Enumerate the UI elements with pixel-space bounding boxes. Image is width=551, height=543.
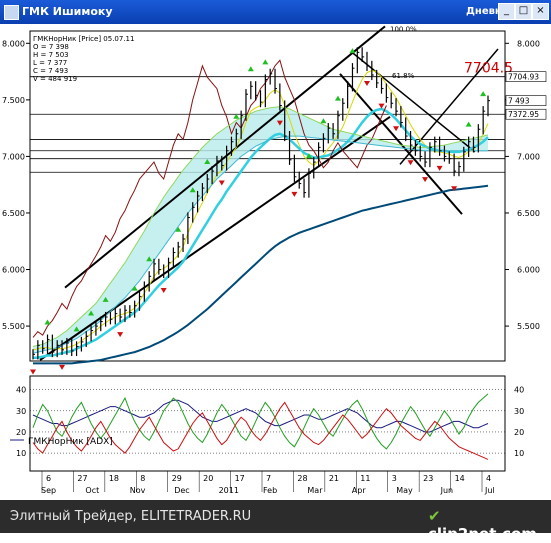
date-axis: 6 27 18 8 29 20 17 7 28 21 11 3 23 14 4 Sep Oct Nov Dec 201… <box>30 470 505 495</box>
month-label: Oct <box>85 486 99 495</box>
month-label: May <box>396 486 413 495</box>
footer-bar: Элитный Трейдер, ELITETRADER.RU ✔ clip2n… <box>0 500 551 543</box>
close-button[interactable]: × <box>532 3 549 20</box>
maximize-button[interactable]: □ <box>515 3 532 20</box>
month-label: Mar <box>307 486 323 495</box>
price-ytick-label-left: 6.500 <box>2 209 25 218</box>
month-label: Jul <box>484 486 495 495</box>
adx-ytick-label-left: 20 <box>16 428 26 437</box>
price-ytick-label-left: 7.000 <box>2 152 25 161</box>
price-ytick-label-left: 7.500 <box>2 96 25 105</box>
app-icon <box>4 5 19 20</box>
day-label: 18 <box>109 474 119 483</box>
window-titlebar: ГМК Ишимоку Дневной _ □ × <box>0 0 551 24</box>
adx-ytick-label-left: 40 <box>16 386 26 395</box>
sell-signal-icon <box>59 364 66 370</box>
day-label: 11 <box>360 474 370 483</box>
price-legend-line: ГМКНорНик [Price] 05.07.11 <box>33 35 134 43</box>
price-ytick-label-right: 8.000 <box>517 39 540 48</box>
price-legend-line: L = 7 377 <box>33 59 67 67</box>
price-tag-label: 7704.93 <box>508 73 539 82</box>
month-label: Nov <box>130 486 146 495</box>
day-label: 21 <box>329 474 339 483</box>
clip2net-logo: ✔ clip2net.com <box>428 507 551 543</box>
price-legend-line: O = 7 398 <box>33 43 69 51</box>
adx-ytick-label-right: 30 <box>514 407 524 416</box>
month-label: Dec <box>174 486 189 495</box>
day-label: 23 <box>423 474 433 483</box>
chart-canvas: 5.500 5.500 6.000 6.000 6.500 6.500 7.000 7.000… <box>2 25 547 495</box>
adx-ytick-label-right: 40 <box>514 386 524 395</box>
price-ytick-label-right: 6.000 <box>517 266 540 275</box>
day-label: 6 <box>46 474 51 483</box>
day-label: 3 <box>392 474 397 483</box>
day-label: 20 <box>203 474 213 483</box>
price-ytick-label-right: 5.500 <box>517 322 540 331</box>
day-label: 8 <box>140 474 145 483</box>
adx-ytick-label-right: 20 <box>514 428 524 437</box>
price-legend-line: C = 7 493 <box>33 67 68 75</box>
price-ytick-label-left: 8.000 <box>2 39 25 48</box>
price-tag-label: 7372.95 <box>508 110 539 119</box>
day-label: 4 <box>486 474 491 483</box>
day-label: 27 <box>77 474 87 483</box>
day-label: 28 <box>297 474 307 483</box>
month-label: Feb <box>263 486 277 495</box>
price-legend-line: V = 484 919 <box>33 75 77 83</box>
adx-legend: ГМКНорНик [ADX] <box>28 437 113 447</box>
day-label: 17 <box>235 474 245 483</box>
price-ytick-label-left: 6.000 <box>2 266 25 275</box>
adx-ytick-label-left: 30 <box>16 407 26 416</box>
site-caption: Элитный Трейдер, ELITETRADER.RU <box>10 509 252 524</box>
fib-level-label: 100.0% <box>390 26 417 34</box>
month-label: Jun <box>440 486 454 495</box>
month-label: 2011 <box>219 486 239 495</box>
month-label: Sep <box>41 486 56 495</box>
price-ytick-label-right: 6.500 <box>517 209 540 218</box>
sell-signal-icon <box>30 369 36 375</box>
chart-area: 5.500 5.500 6.000 6.000 6.500 6.500 7.000 7.000… <box>0 24 551 500</box>
day-label: 7 <box>266 474 271 483</box>
price-ytick-label-left: 5.500 <box>2 322 25 331</box>
price-legend-line: H = 7 503 <box>33 51 69 59</box>
adx-ytick-label-left: 10 <box>16 449 26 458</box>
month-label: Apr <box>352 486 367 495</box>
logo-text: clip2net.com <box>428 525 537 543</box>
day-label: 14 <box>455 474 465 483</box>
logo-mark-icon: ✔ <box>428 507 441 525</box>
adx-ytick-label-right: 10 <box>514 449 524 458</box>
window-title: ГМК Ишимоку <box>22 5 113 18</box>
price-ytick-label-right: 7.000 <box>517 152 540 161</box>
target-price-label: 7704.5 <box>464 61 513 77</box>
minimize-button[interactable]: _ <box>498 3 515 20</box>
fib-level-label: 61.8% <box>392 72 415 80</box>
price-tag-label: 7 493 <box>508 97 530 106</box>
day-label: 29 <box>172 474 182 483</box>
